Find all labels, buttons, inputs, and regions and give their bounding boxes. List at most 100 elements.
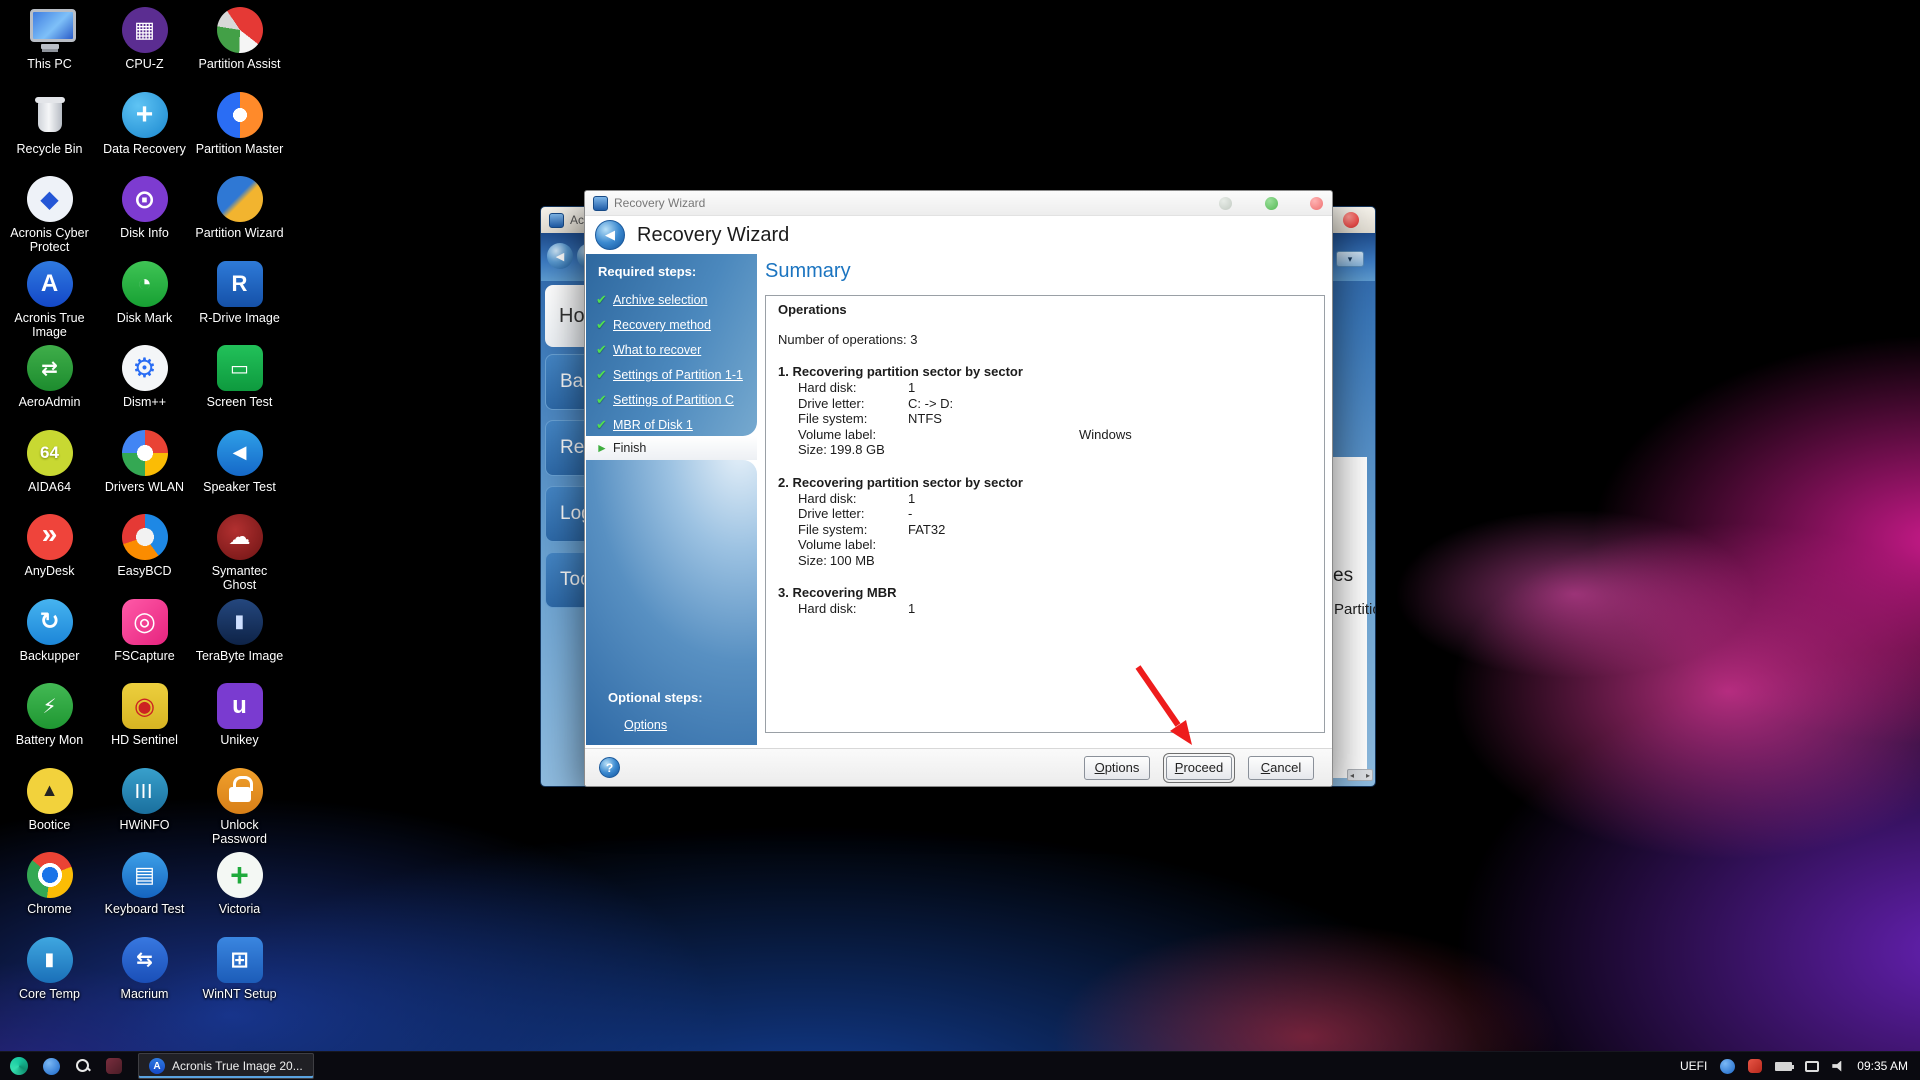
help-button[interactable]: ?: [599, 757, 620, 778]
desktop-icon-partition-wizard[interactable]: Partition Wizard: [192, 173, 287, 258]
desktop-icon-victoria[interactable]: Victoria: [192, 849, 287, 934]
desktop-icon-r-drive-image[interactable]: R-Drive Image: [192, 258, 287, 343]
wizard-step-archive-selection[interactable]: ✔ Archive selection: [586, 287, 757, 312]
back-button[interactable]: ◀: [595, 220, 625, 250]
check-icon: ✔: [596, 316, 607, 332]
desktop-icon-this-pc[interactable]: This PC: [2, 4, 97, 89]
desktop-icon-backupper[interactable]: Backupper: [2, 596, 97, 681]
desktop-icon-data-recovery[interactable]: Data Recovery: [97, 89, 192, 174]
horizontal-scrollbar[interactable]: ◂ ▸: [1347, 769, 1373, 781]
proceed-button[interactable]: Proceed: [1163, 752, 1235, 783]
desktop-icon-aida64[interactable]: AIDA64: [2, 427, 97, 512]
start-button-icon[interactable]: [10, 1057, 28, 1075]
desktop-icon-unikey[interactable]: Unikey: [192, 680, 287, 765]
desktop-icon-partition-master[interactable]: Partition Master: [192, 89, 287, 174]
desktop-icon-terabyte-image[interactable]: TeraByte Image: [192, 596, 287, 681]
symantec-ghost-icon: [216, 514, 263, 560]
window-close-dot[interactable]: [1310, 197, 1323, 210]
back-nav-button[interactable]: [547, 243, 573, 269]
search-icon[interactable]: [75, 1058, 91, 1074]
icon-label: Data Recovery: [103, 141, 186, 156]
volume-icon[interactable]: [1832, 1060, 1842, 1072]
battery-icon[interactable]: [1775, 1061, 1795, 1071]
dialog-title: Recovery Wizard: [614, 196, 706, 210]
desktop-icon-anydesk[interactable]: AnyDesk: [2, 511, 97, 596]
operations-count: Number of operations: 3: [778, 332, 918, 347]
uefi-indicator: UEFI: [1679, 1059, 1708, 1073]
desktop-icon-acronis-cyber-protect[interactable]: Acronis Cyber Protect: [2, 173, 97, 258]
clipped-text: es: [1333, 565, 1354, 586]
pinned-app-icon[interactable]: [43, 1057, 60, 1075]
desktop-icon-dism[interactable]: Dism++: [97, 342, 192, 427]
icon-label: Drivers WLAN: [104, 479, 185, 494]
partition-assist-icon: [216, 7, 263, 53]
desktop-icon-macrium[interactable]: Macrium: [97, 934, 192, 1019]
clock[interactable]: 09:35 AM: [1857, 1059, 1908, 1073]
desktop-icon-bootice[interactable]: Bootice: [2, 765, 97, 850]
wizard-step-mbr-of-disk-1[interactable]: ✔ MBR of Disk 1: [586, 412, 757, 437]
system-tray: UEFI 09:35 AM: [1679, 1058, 1920, 1074]
desktop-icon-disk-mark[interactable]: Disk Mark: [97, 258, 192, 343]
desktop-icon-partition-assist[interactable]: Partition Assist: [192, 4, 287, 89]
window-minimize-dot[interactable]: [1219, 197, 1232, 210]
desktop-icon-acronis-true-image[interactable]: Acronis True Image: [2, 258, 97, 343]
wizard-step-finish-current[interactable]: ► Finish: [586, 436, 757, 460]
detail-row: Hard disk: 1: [798, 490, 916, 506]
detail-row: File system: NTFS: [798, 411, 942, 426]
clipped-text: Partitio: [1334, 601, 1375, 618]
desktop-icon-chrome[interactable]: Chrome: [2, 849, 97, 934]
close-icon[interactable]: [1343, 212, 1359, 228]
icon-label: Acronis Cyber Protect: [10, 226, 89, 255]
icon-label: Speaker Test: [203, 479, 276, 494]
optional-steps-title: Optional steps:: [608, 690, 703, 705]
dropdown-button[interactable]: ▾: [1336, 251, 1364, 267]
desktop-icon-unlock-password[interactable]: Unlock Password: [192, 765, 287, 850]
desktop-icon-drivers-wlan[interactable]: Drivers WLAN: [97, 427, 192, 512]
window-maximize-dot[interactable]: [1265, 197, 1278, 210]
wizard-step-what-to-recover[interactable]: ✔ What to recover: [586, 337, 757, 362]
backupper-icon: [26, 598, 73, 645]
detail-row: Hard disk: 1: [798, 601, 916, 616]
wizard-step-settings-partition-1-1[interactable]: ✔ Settings of Partition 1-1: [586, 362, 757, 387]
desktop-icon-symantec-ghost[interactable]: Symantec Ghost: [192, 511, 287, 596]
wizard-step-settings-partition-c[interactable]: ✔ Settings of Partition C: [586, 387, 757, 412]
desktop-icon-cpu-z[interactable]: CPU-Z: [97, 4, 192, 89]
desktop-icon-recycle-bin[interactable]: Recycle Bin: [2, 89, 97, 174]
icon-label: CPU-Z: [125, 57, 164, 71]
operation-2: 2. Recovering partition sector by sector…: [778, 474, 1312, 569]
desktop-icon-screen-test[interactable]: Screen Test: [192, 342, 287, 427]
tray-app-icon[interactable]: [1748, 1059, 1763, 1073]
required-steps-panel: Required steps: ✔ Archive selection ✔ Reco…: [586, 254, 757, 436]
wizard-step-recovery-method[interactable]: ✔ Recovery method: [586, 312, 757, 337]
optional-options-link[interactable]: Options: [624, 718, 667, 732]
options-button[interactable]: Options: [1084, 755, 1150, 780]
core-temp-icon: [26, 936, 73, 983]
icon-label: HWiNFO: [119, 817, 170, 832]
desktop-icon-keyboard-test[interactable]: Keyboard Test: [97, 849, 192, 934]
victoria-icon: [216, 852, 263, 898]
desktop-icon-fscapture[interactable]: FSCapture: [97, 596, 192, 681]
cancel-button[interactable]: Cancel: [1248, 755, 1314, 780]
icon-label: Recycle Bin: [16, 141, 83, 156]
desktop-icon-aeroadmin[interactable]: AeroAdmin: [2, 342, 97, 427]
icon-label: Disk Mark: [116, 310, 173, 325]
partition-master-icon: [216, 91, 263, 138]
network-icon[interactable]: [1805, 1060, 1820, 1072]
desktop-icon-speaker-test[interactable]: Speaker Test: [192, 427, 287, 512]
aida64-icon: [26, 429, 73, 476]
desktop-icon-hwinfo[interactable]: HWiNFO: [97, 765, 192, 850]
desktop-icon-winnt-setup[interactable]: WinNT Setup: [192, 934, 287, 1019]
desktop-icon-battery-mon[interactable]: Battery Mon: [2, 680, 97, 765]
acronis-taskbar-icon: A: [149, 1058, 165, 1074]
taskbar-app-acronis[interactable]: A Acronis True Image 20...: [138, 1053, 314, 1079]
operations-title: Operations: [778, 302, 847, 317]
desktop-icon-easybcd[interactable]: EasyBCD: [97, 511, 192, 596]
pinned-app-icon[interactable]: [106, 1058, 122, 1074]
desktop-icon-disk-info[interactable]: Disk Info: [97, 173, 192, 258]
tray-app-icon[interactable]: [1720, 1058, 1736, 1074]
battery-mon-icon: [26, 683, 73, 729]
icon-label: AIDA64: [27, 479, 72, 494]
taskbar-left: [0, 1057, 122, 1075]
desktop-icon-core-temp[interactable]: Core Temp: [2, 934, 97, 1019]
desktop-icon-hd-sentinel[interactable]: HD Sentinel: [97, 680, 192, 765]
